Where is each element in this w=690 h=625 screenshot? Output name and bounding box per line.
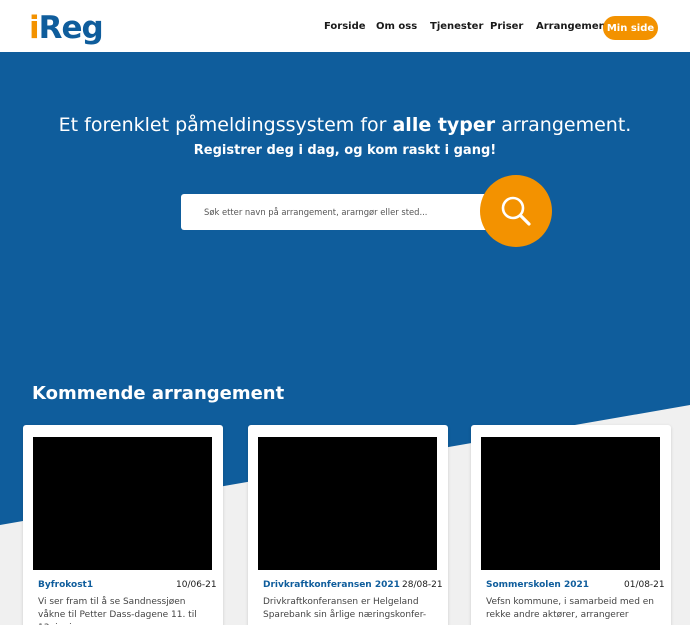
event-card[interactable]: Sommerskolen 2021 01/08-21 Vefsn kommune… [471,425,671,625]
event-title[interactable]: Sommerskolen 2021 [486,580,589,590]
nav-item-tjenester[interactable]: Tjenester [430,21,483,32]
search-button[interactable] [480,175,552,247]
headline-emphasis: alle typer [392,114,496,136]
nav-item-arrangement[interactable]: Arrangement [536,21,611,32]
nav-item-priser[interactable]: Priser [490,21,523,32]
nav-item-om-oss[interactable]: Om oss [376,21,417,32]
search-input[interactable] [181,194,481,230]
event-card[interactable]: Drivkraftkonferansen 2021 28/08-21 Drivk… [248,425,448,625]
event-date: 28/08-21 [402,580,443,590]
headline-part-1: Et forenklet påmeldingssystem for [58,114,393,136]
ireg-logo[interactable]: iReg [29,9,104,47]
nav-item-forside[interactable]: Forside [324,21,366,32]
logo-reg: Reg [38,9,104,46]
event-date: 01/08-21 [624,580,665,590]
event-description: Drivkraftkonferansen er Helgeland Spareb… [263,597,427,620]
search-icon [501,196,531,226]
search-box [181,194,501,230]
event-description: Vi ser fram til å se Sandnessjøen våkne … [38,597,197,625]
event-description: Vefsn kommune, i samarbeid med en rekke … [486,597,655,620]
min-side-button[interactable]: Min side [603,16,658,40]
hero-subheadline: Registrer deg i dag, og kom raskt i gang… [193,143,497,158]
event-date: 10/06-21 [176,580,217,590]
event-image[interactable] [258,437,437,570]
event-title[interactable]: Byfrokost1 [38,580,93,590]
upcoming-events-heading: Kommende arrangement [32,383,285,404]
event-image[interactable] [481,437,660,570]
logo-wordmark: iReg [29,9,104,46]
headline-part-2: arrangement. [495,114,632,136]
logo-i: i [29,9,40,46]
event-title[interactable]: Drivkraftkonferansen 2021 [263,580,400,590]
hero-headline: Et forenklet påmeldingssystem for alle t… [0,113,690,137]
top-navigation-bar: iReg Forside Om oss Tjenester Priser Arr… [0,0,690,52]
event-image[interactable] [33,437,212,570]
event-card[interactable]: Byfrokost1 10/06-21 Vi ser fram til å se… [23,425,223,625]
